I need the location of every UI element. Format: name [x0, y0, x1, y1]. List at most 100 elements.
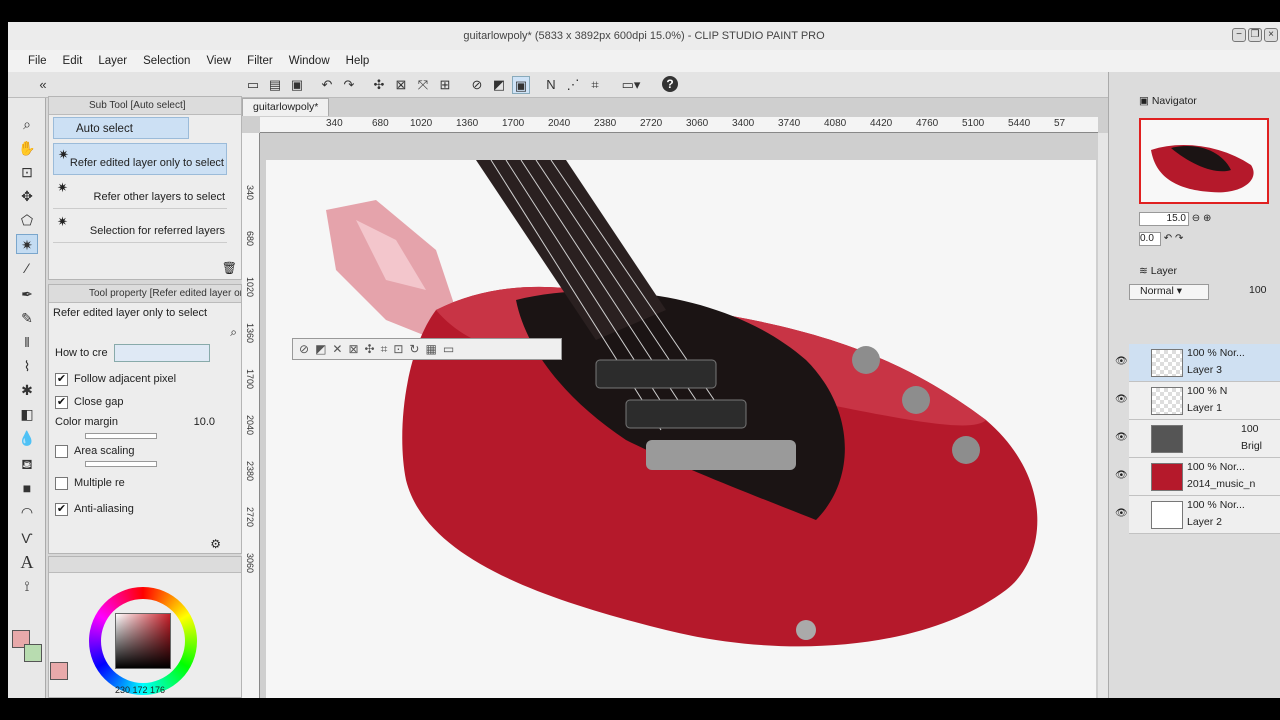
show-selection-icon[interactable]: ▣ — [512, 76, 530, 94]
delete-subtool-icon[interactable]: 🗑 — [222, 261, 237, 275]
snap-grid-icon[interactable]: ⌗ — [586, 76, 604, 94]
drawing-canvas[interactable] — [266, 160, 1096, 698]
move-layer-icon[interactable]: ✥ — [16, 186, 38, 206]
navigator-tab[interactable]: ▣ Navigator — [1139, 92, 1197, 110]
color-margin-value[interactable]: 10.0 — [194, 416, 215, 428]
visibility-eye-icon[interactable]: 👁 — [1115, 432, 1128, 443]
scale-icon[interactable]: ⊠ — [348, 342, 358, 356]
eyedropper-icon[interactable]: ⁄ — [16, 258, 38, 278]
menu-edit[interactable]: Edit — [55, 55, 91, 67]
zoom-value[interactable]: 15.0 — [1139, 212, 1189, 226]
search-icon[interactable]: ⌕ — [230, 325, 237, 340]
redo-icon[interactable]: ↷ — [340, 76, 358, 94]
how-to-create-buttons[interactable] — [113, 344, 210, 362]
layer-row-brightness[interactable]: 👁 100 Brigl — [1115, 420, 1280, 458]
subtool-item-selection-referred[interactable]: ✷ Selection for referred layers — [53, 211, 227, 243]
vertical-scrollbar[interactable] — [1098, 133, 1108, 698]
rotation-value[interactable]: 0.0 — [1139, 232, 1161, 246]
figure-tool-icon[interactable]: ◠ — [16, 502, 38, 522]
follow-adjacent-checkbox[interactable]: ✔ — [55, 372, 68, 386]
color-main-swatch-small[interactable] — [50, 662, 68, 680]
scale-icon[interactable]: ⤧ — [414, 76, 432, 94]
menu-file[interactable]: File — [20, 55, 55, 67]
clear-icon[interactable]: ✕ — [332, 342, 342, 356]
help-button[interactable]: ? — [662, 76, 680, 94]
deselect-icon[interactable]: ⊘ — [468, 76, 486, 94]
visibility-eye-icon[interactable]: 👁 — [1115, 356, 1128, 367]
close-button[interactable]: × — [1264, 28, 1278, 42]
subtool-item-refer-other[interactable]: ✷ Refer other layers to select — [53, 177, 227, 209]
menu-window[interactable]: Window — [281, 55, 338, 67]
sub-color-swatch[interactable] — [24, 644, 42, 662]
pen-tool-icon[interactable]: ✒ — [16, 284, 38, 304]
auto-select-group[interactable]: Auto select — [53, 117, 189, 139]
frame-tool-icon[interactable]: Ѵ — [16, 528, 38, 548]
invert-selection-icon[interactable]: ◩ — [490, 76, 508, 94]
visibility-eye-icon[interactable]: 👁 — [1115, 508, 1128, 519]
anti-aliasing-checkbox[interactable]: ✔ — [55, 502, 68, 516]
subtool-item-refer-edited[interactable]: ✷ Refer edited layer only to select — [53, 143, 227, 175]
snap-ruler-icon[interactable]: N — [542, 76, 560, 94]
collapse-left-icon[interactable]: « — [34, 76, 52, 94]
snap-guide-icon[interactable]: ⋰ — [564, 76, 582, 94]
undo-icon[interactable]: ↶ — [318, 76, 336, 94]
zoom-out-icon[interactable]: ⊖ — [1192, 213, 1200, 224]
close-gap-checkbox[interactable]: ✔ — [55, 395, 68, 409]
pencil-tool-icon[interactable]: ✎ — [16, 308, 38, 328]
transform-icon[interactable]: ⊠ — [392, 76, 410, 94]
layer-row-layer2[interactable]: 👁 100 % Nor... Layer 2 — [1115, 496, 1280, 534]
open-folder-icon[interactable]: ▤ — [266, 76, 284, 94]
more-icon[interactable]: ▭ — [443, 342, 454, 356]
color-margin-slider[interactable] — [85, 433, 157, 439]
menu-filter[interactable]: Filter — [239, 55, 281, 67]
blend-tool-icon[interactable]: 💧 — [16, 428, 38, 448]
navigator-thumbnail[interactable] — [1139, 118, 1269, 204]
auto-select-tool-icon[interactable]: ✷ — [16, 234, 38, 254]
zoom-in-icon[interactable]: ⊕ — [1203, 213, 1211, 224]
visibility-eye-icon[interactable]: 👁 — [1115, 394, 1128, 405]
layer-row-layer3[interactable]: 👁 100 % Nor... Layer 3 — [1115, 344, 1280, 382]
settings-gear-icon[interactable]: ⚙ — [210, 537, 221, 551]
pen-selection-icon[interactable]: ↻ — [409, 342, 419, 356]
new-file-icon[interactable]: ▭ — [244, 76, 262, 94]
visibility-eye-icon[interactable]: 👁 — [1115, 470, 1128, 481]
minimize-button[interactable]: − — [1232, 28, 1246, 42]
brush-tool-icon[interactable]: ǁ — [16, 332, 38, 352]
blend-mode-select[interactable]: Normal ▾ — [1129, 284, 1209, 300]
rotate-left-icon[interactable]: ↶ — [1164, 233, 1172, 244]
operation-tool-icon[interactable]: ⊡ — [16, 162, 38, 182]
expand-icon[interactable]: ✣ — [365, 342, 375, 356]
multiple-checkbox[interactable] — [55, 476, 68, 490]
transform-icon[interactable]: ⌗ — [381, 342, 388, 357]
saturation-value-box[interactable] — [115, 613, 171, 669]
decoration-icon[interactable]: ✱ — [16, 380, 38, 400]
layer-row-layer1[interactable]: 👁 100 % N Layer 1 — [1115, 382, 1280, 420]
text-tool-icon[interactable]: A — [16, 552, 38, 572]
rotate-right-icon[interactable]: ↷ — [1175, 233, 1183, 244]
menu-help[interactable]: Help — [338, 55, 378, 67]
pattern-icon[interactable]: ▦ — [425, 342, 436, 356]
export-dropdown-icon[interactable]: ▭▾ — [616, 76, 646, 94]
document-tab[interactable]: guitarlowpoly* — [242, 98, 330, 116]
zoom-tool-icon[interactable]: ⌕ — [16, 114, 38, 134]
area-scaling-slider[interactable] — [85, 461, 157, 467]
area-scaling-checkbox[interactable] — [55, 444, 68, 458]
deselect-icon[interactable]: ⊘ — [299, 342, 309, 356]
eraser-icon[interactable]: ◧ — [16, 404, 38, 424]
hand-tool-icon[interactable]: ✋ — [16, 138, 38, 158]
restore-button[interactable]: ❐ — [1248, 28, 1262, 42]
layer-tab[interactable]: ≋ Layer — [1139, 262, 1177, 280]
fill-tool-icon[interactable]: ⛾ — [16, 454, 38, 474]
lasso-tool-icon[interactable]: ⬠ — [16, 210, 38, 230]
save-icon[interactable]: ▣ — [288, 76, 306, 94]
fit-icon[interactable]: ⊞ — [436, 76, 454, 94]
opacity-value[interactable]: 100 — [1249, 284, 1267, 296]
layer-row-music[interactable]: 👁 100 % Nor... 2014_music_n — [1115, 458, 1280, 496]
invert-selection-icon[interactable]: ◩ — [315, 342, 326, 356]
correct-line-icon[interactable]: ⟟ — [16, 576, 38, 596]
gradient-tool-icon[interactable]: ■ — [16, 478, 38, 498]
clear-icon[interactable]: ✣ — [370, 76, 388, 94]
menu-layer[interactable]: Layer — [90, 55, 135, 67]
menu-view[interactable]: View — [198, 55, 239, 67]
shrink-icon[interactable]: ⊡ — [393, 342, 403, 356]
